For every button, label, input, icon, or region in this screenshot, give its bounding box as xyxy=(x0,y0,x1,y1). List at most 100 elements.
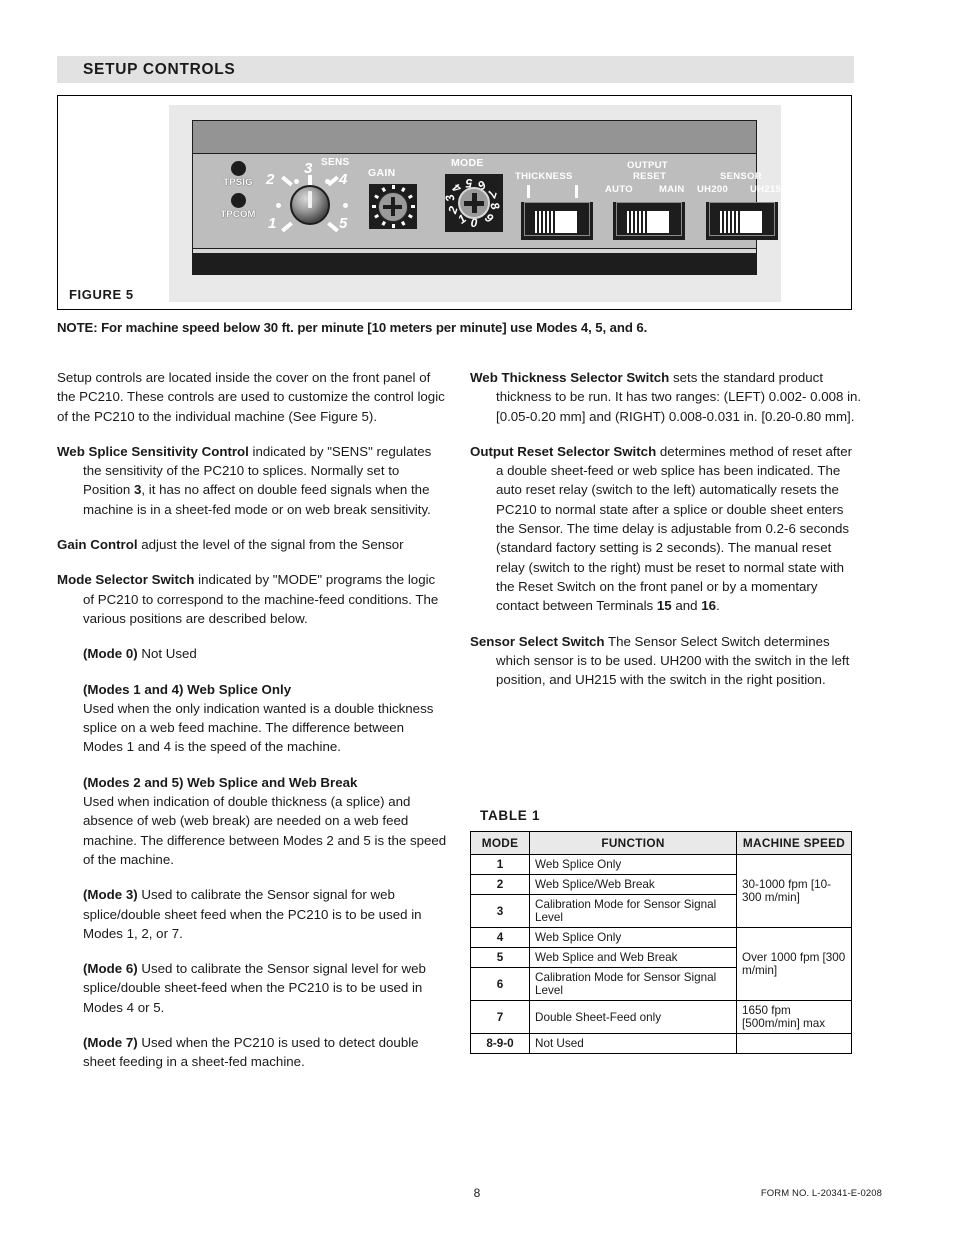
mode-7-heading: (Mode 7) xyxy=(83,1035,138,1051)
mode-screw-slot-horizontal xyxy=(464,200,484,206)
gain-control-paragraph: Gain Control adjust the level of the sig… xyxy=(57,535,447,554)
gain-trimmer-screw[interactable] xyxy=(378,191,408,222)
output-reset-text-2: and xyxy=(671,598,702,614)
output-reset-auto-label: AUTO xyxy=(605,184,633,195)
thickness-slider[interactable] xyxy=(535,211,579,233)
right-column: Web Thickness Selector Switch sets the s… xyxy=(470,368,862,705)
web-splice-sensitivity-control[interactable]: SENS 1 2 3 4 5 xyxy=(263,157,363,249)
gain-tick xyxy=(373,194,379,200)
web-thickness-selector-switch[interactable]: THICKNESS xyxy=(515,157,601,249)
web-thickness-term: Web Thickness Selector Switch xyxy=(470,370,670,385)
modes-1-4-heading: (Modes 1 and 4) Web Splice Only xyxy=(83,681,292,697)
sensor-slider[interactable] xyxy=(720,211,764,233)
table-cell-function: Not Used xyxy=(529,1033,737,1054)
panel-bottom-band xyxy=(193,253,756,274)
gain-tick xyxy=(400,187,406,193)
page-title: SETUP CONTROLS xyxy=(83,60,236,78)
sensor-plate xyxy=(706,202,778,240)
sens-tick-5 xyxy=(327,221,339,233)
sensor-uh200-label: UH200 xyxy=(697,184,729,195)
sens-position-1: 1 xyxy=(268,215,277,232)
tpsig-label: TPSIG xyxy=(223,177,253,188)
mode-caption: MODE xyxy=(451,157,484,169)
mode-plate: 0 1 2 3 4 5 6 7 8 9 xyxy=(442,174,503,232)
mode-rotary-screw[interactable] xyxy=(458,187,490,219)
gain-control-text: adjust the level of the signal from the … xyxy=(137,537,404,553)
table-cell-mode: 8-9-0 xyxy=(470,1033,530,1054)
gain-control-term: Gain Control xyxy=(57,537,138,553)
sensor-select-paragraph: Sensor Select Switch The Sensor Select S… xyxy=(470,632,862,690)
sensor-select-switch[interactable]: SENSOR UH200 UH215 xyxy=(697,157,794,249)
table-cell-function: Calibration Mode for Sensor Signal Level xyxy=(529,894,737,928)
sens-caption: SENS xyxy=(321,157,350,168)
gain-tick xyxy=(380,187,386,193)
left-column: Setup controls are located inside the co… xyxy=(57,368,447,1088)
intro-paragraph: Setup controls are located inside the co… xyxy=(57,370,445,424)
sens-tick-1 xyxy=(281,221,293,233)
mode-6-block: (Mode 6) Used to calibrate the Sensor si… xyxy=(57,959,447,1017)
sens-dot-far-left xyxy=(276,203,281,208)
sens-dot-right xyxy=(325,179,330,184)
table-cell-speed-group-2: Over 1000 fpm [300 m/min] xyxy=(736,927,852,1001)
modes-2-5-text: Used when indication of double thickness… xyxy=(83,794,447,867)
panel-body: TPSIG TPCOM SENS 1 2 3 4 5 GAIN MODE 0 1… xyxy=(193,155,781,249)
table-cell-mode: 4 xyxy=(470,927,530,948)
table-header-mode: MODE xyxy=(470,831,530,855)
panel-top-band xyxy=(193,121,756,154)
output-reset-plate xyxy=(613,202,685,240)
tpsig-jack-icon xyxy=(230,161,246,176)
thickness-left-mark-icon xyxy=(527,185,530,198)
gain-control[interactable]: GAIN xyxy=(365,167,431,247)
table-cell-speed-row-7: 1650 fpm [500m/min] max xyxy=(736,1000,852,1034)
web-splice-sensitivity-paragraph: Web Splice Sensitivity Control indicated… xyxy=(57,442,447,519)
output-reset-main-label: MAIN xyxy=(659,184,685,195)
figure-frame: TPSIG TPCOM SENS 1 2 3 4 5 GAIN MODE 0 1… xyxy=(57,95,852,310)
table-cell-mode: 7 xyxy=(470,1000,530,1034)
tpcom-jack-icon xyxy=(230,193,246,208)
figure-caption: FIGURE 5 xyxy=(69,287,134,302)
mode-0-block: (Mode 0) Not Used xyxy=(57,644,447,663)
output-reset-term: Output Reset Selector Switch xyxy=(470,443,657,459)
gain-tick xyxy=(407,194,413,200)
gain-tick xyxy=(400,220,406,226)
output-reset-slider-lever xyxy=(649,211,669,233)
web-splice-sensitivity-term: Web Splice Sensitivity Control xyxy=(57,443,249,459)
output-reset-caption-line1: OUTPUT xyxy=(627,160,668,171)
gain-tick xyxy=(391,224,395,228)
modes-1-4-text: Used when the only indication wanted is … xyxy=(83,700,434,755)
mode-0-heading: (Mode 0) xyxy=(83,646,138,662)
table-cell-mode: 6 xyxy=(470,967,530,1001)
output-reset-text-1: determines method of reset after a doubl… xyxy=(496,443,853,614)
mode-selector-switch[interactable]: MODE 0 1 2 3 4 5 6 7 8 9 xyxy=(435,157,513,249)
tpcom-label: TPCOM xyxy=(220,209,256,220)
table-row: 7 Double Sheet-Feed only 1650 fpm [500m/… xyxy=(470,1000,852,1034)
modes-2-5-heading: (Modes 2 and 5) Web Splice and Web Break xyxy=(83,774,358,790)
gain-tick xyxy=(410,205,415,208)
test-point-group: TPSIG TPCOM xyxy=(207,161,269,247)
output-reset-slider[interactable] xyxy=(627,211,671,233)
sensor-caption: SENSOR xyxy=(720,171,762,182)
table-cell-speed-row-8 xyxy=(736,1033,852,1054)
sensor-slider-lever xyxy=(742,211,762,233)
gain-tick xyxy=(371,205,376,208)
output-reset-selector-switch[interactable]: OUTPUT RESET AUTO MAIN xyxy=(603,157,699,249)
gain-plate xyxy=(369,184,417,229)
output-reset-slider-grip xyxy=(627,211,649,233)
gain-caption: GAIN xyxy=(368,167,396,179)
table-header-row: MODE FUNCTION MACHINE SPEED xyxy=(470,831,852,855)
table-cell-mode: 2 xyxy=(470,874,530,895)
table-cell-speed-group-1: 30-1000 fpm [10-300 m/min] xyxy=(736,854,852,928)
sens-position-5: 5 xyxy=(339,215,348,232)
table-cell-function: Calibration Mode for Sensor Signal Level xyxy=(529,967,737,1001)
sens-position-4: 4 xyxy=(339,171,348,188)
table-cell-mode: 5 xyxy=(470,947,530,968)
thickness-caption: THICKNESS xyxy=(515,171,573,182)
mode-3-block: (Mode 3) Used to calibrate the Sensor si… xyxy=(57,885,447,943)
web-thickness-paragraph: Web Thickness Selector Switch sets the s… xyxy=(470,368,862,426)
sensor-select-term: Sensor Select Switch xyxy=(470,633,605,649)
table-header-function: FUNCTION xyxy=(529,831,737,855)
mode-6-heading: (Mode 6) xyxy=(83,961,138,977)
sens-knob-pointer xyxy=(308,191,312,208)
sens-knob[interactable] xyxy=(290,185,330,225)
note-text: NOTE: For machine speed below 30 ft. per… xyxy=(57,320,648,335)
